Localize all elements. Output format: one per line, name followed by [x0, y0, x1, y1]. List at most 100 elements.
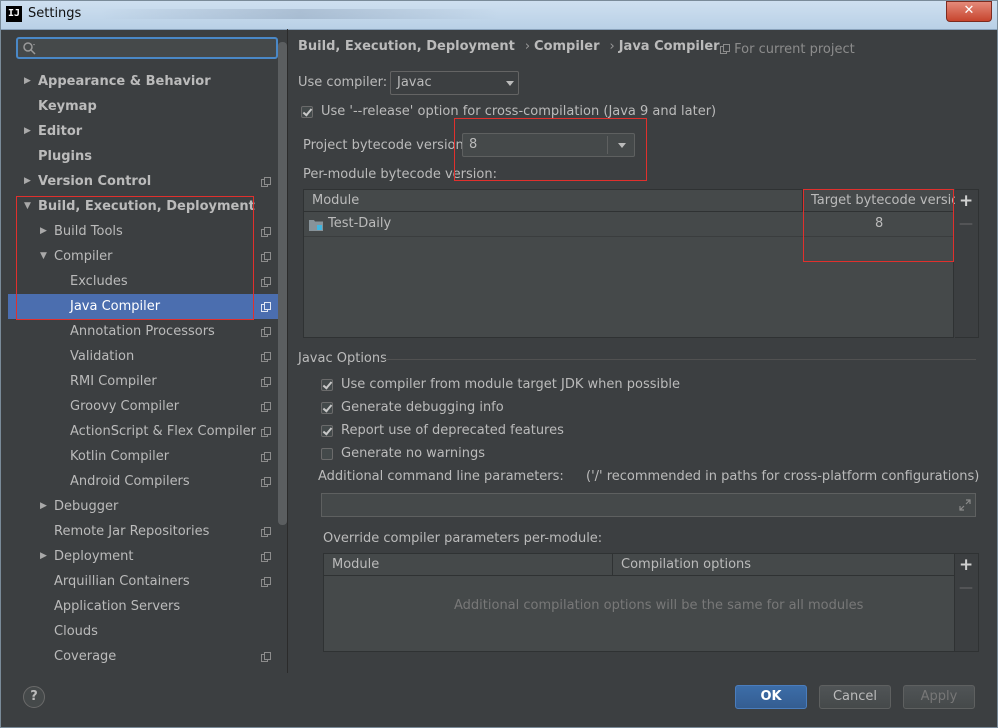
project-level-copy-icon [261, 177, 271, 187]
use-compiler-dropdown[interactable]: Javac [390, 71, 519, 95]
sidebar-item-label: Plugins [38, 149, 92, 164]
chevron-down-icon[interactable]: ▼ [40, 244, 52, 269]
breadcrumb-item: Java Compiler [618, 39, 720, 54]
sidebar-item-label: Kotlin Compiler [70, 449, 170, 464]
module-target-version[interactable]: 8 [875, 216, 883, 231]
javac-option-checkbox-1[interactable] [321, 402, 333, 414]
column-header-compilation-options[interactable]: Compilation options [613, 554, 954, 576]
module-bytecode-table[interactable]: Module Target bytecode version Test-Dail… [303, 189, 968, 338]
sidebar-item[interactable]: Application Servers [8, 594, 286, 619]
chevron-down-icon [618, 143, 626, 148]
additional-params-input[interactable] [321, 493, 976, 517]
sidebar-item[interactable]: Validation [8, 344, 286, 369]
group-separator [384, 359, 976, 360]
sidebar-item[interactable]: ▶ Appearance & Behavior [8, 69, 286, 94]
module-table-toolbar: + — [955, 189, 979, 338]
sidebar-item-label: Version Control [38, 174, 152, 189]
release-option-label: Use '--release' option for cross-compila… [321, 104, 717, 119]
sidebar-item[interactable]: Java Compiler [8, 294, 286, 319]
chevron-right-icon[interactable]: ▶ [40, 544, 52, 569]
use-compiler-value: Javac [397, 75, 432, 90]
remove-icon[interactable]: — [959, 216, 973, 232]
sidebar-item-label: Build, Execution, Deployment [38, 199, 255, 214]
apply-button[interactable]: Apply [903, 685, 975, 709]
sidebar-item[interactable]: Arquillian Containers [8, 569, 286, 594]
cancel-button[interactable]: Cancel [819, 685, 891, 709]
javac-option-checkbox-2[interactable] [321, 425, 333, 437]
remove-icon[interactable]: — [959, 580, 973, 596]
sidebar-item[interactable]: ▶ Editor [8, 119, 286, 144]
copy-icon [720, 44, 730, 54]
module-name: Test-Daily [328, 216, 392, 231]
breadcrumb-item: Compiler [534, 39, 600, 54]
dialog-button-bar: ? OK Cancel Apply [0, 673, 998, 728]
release-option-checkbox[interactable] [301, 106, 313, 118]
sidebar-item-label: Clouds [54, 624, 98, 639]
project-level-copy-icon [261, 327, 271, 337]
project-bytecode-value: 8 [469, 137, 478, 152]
sidebar-item[interactable]: ▼ Compiler [8, 244, 286, 269]
help-button[interactable]: ? [23, 686, 45, 708]
project-level-copy-icon [261, 252, 271, 262]
sidebar-item[interactable]: ▶ Build Tools [8, 219, 286, 244]
sidebar-item[interactable]: Annotation Processors [8, 319, 286, 344]
sidebar-item[interactable]: ActionScript & Flex Compiler [8, 419, 286, 444]
breadcrumb-separator: › [524, 39, 531, 54]
sidebar-item-label: Compiler [54, 249, 113, 264]
chevron-right-icon[interactable]: ▶ [40, 494, 52, 519]
sidebar-item[interactable]: Plugins [8, 144, 286, 169]
sidebar-item[interactable]: Kotlin Compiler [8, 444, 286, 469]
sidebar-item[interactable]: ▼ Build, Execution, Deployment [8, 194, 286, 219]
sidebar-item[interactable]: Excludes [8, 269, 286, 294]
sidebar-item-label: Editor [38, 124, 83, 139]
sidebar-item[interactable]: Remote Jar Repositories [8, 519, 286, 544]
project-level-copy-icon [261, 227, 271, 237]
project-level-copy-icon [261, 277, 271, 287]
sidebar-item[interactable]: ▶ Version Control [8, 169, 286, 194]
chevron-right-icon[interactable]: ▶ [24, 69, 36, 94]
settings-search-input[interactable] [16, 37, 278, 59]
sidebar-item[interactable]: ▶ Debugger [8, 494, 286, 519]
column-header-module[interactable]: Module [304, 190, 803, 212]
dropdown-separator [607, 136, 608, 154]
additional-params-label: Additional command line parameters: [318, 469, 564, 484]
ok-button[interactable]: OK [735, 685, 807, 709]
sidebar-item-label: Arquillian Containers [54, 574, 190, 589]
column-header-target-version[interactable]: Target bytecode version [803, 190, 968, 212]
chevron-right-icon[interactable]: ▶ [40, 219, 52, 244]
column-header-module[interactable]: Module [324, 554, 613, 576]
sidebar-item-label: Validation [70, 349, 135, 364]
expand-icon[interactable] [959, 499, 971, 511]
breadcrumb-separator: › [609, 39, 615, 54]
blurred-title-path [100, 9, 500, 19]
table-row[interactable]: Test-Daily 8 [304, 213, 953, 237]
javac-options-title: Javac Options [298, 351, 387, 366]
project-bytecode-dropdown[interactable]: 8 [462, 133, 635, 157]
sidebar-item[interactable]: RMI Compiler [8, 369, 286, 394]
sidebar-item-label: Coverage [54, 649, 117, 664]
sidebar-item[interactable]: ▶ Deployment [8, 544, 286, 569]
project-level-copy-icon [261, 527, 271, 537]
sidebar-item[interactable]: Keymap [8, 94, 286, 119]
sidebar-item[interactable]: Groovy Compiler [8, 394, 286, 419]
chevron-right-icon[interactable]: ▶ [24, 169, 36, 194]
chevron-down-icon[interactable]: ▼ [24, 194, 36, 219]
javac-option-checkbox-3[interactable] [321, 448, 333, 460]
chevron-down-icon [506, 81, 514, 86]
sidebar-item-label: Debugger [54, 499, 119, 514]
javac-option-checkbox-0[interactable] [321, 379, 333, 391]
project-level-copy-icon [261, 302, 271, 312]
add-icon[interactable]: + [959, 191, 973, 211]
close-window-button[interactable]: ✕ [946, 1, 992, 22]
sidebar-item[interactable]: Coverage [8, 644, 286, 669]
sidebar-item[interactable]: Clouds [8, 619, 286, 644]
chevron-right-icon[interactable]: ▶ [24, 119, 36, 144]
add-icon[interactable]: + [959, 555, 973, 575]
project-level-copy-icon [261, 427, 271, 437]
sidebar-scrollbar-thumb[interactable] [278, 42, 287, 525]
sidebar-item-label: Keymap [38, 99, 97, 114]
override-params-table[interactable]: Module Compilation options Additional co… [323, 553, 955, 652]
javac-option-label: Generate no warnings [341, 446, 486, 461]
project-level-copy-icon [261, 552, 271, 562]
sidebar-item[interactable]: Android Compilers [8, 469, 286, 494]
